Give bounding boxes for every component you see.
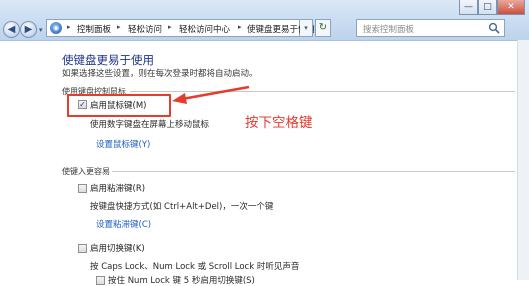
arrow-left-icon: ◀ bbox=[7, 24, 16, 35]
arrow-right-icon: ▶ bbox=[24, 24, 33, 35]
maximize-button[interactable]: □ bbox=[478, 0, 497, 15]
sticky-keys-description: 按键盘快捷方式(如 Ctrl+Alt+Del)，一次一个键 bbox=[90, 202, 274, 212]
search-icon[interactable] bbox=[488, 22, 500, 34]
back-button[interactable]: ◀ bbox=[3, 21, 20, 38]
toggle-keys-shortcut-checkbox[interactable] bbox=[96, 276, 105, 285]
minimize-button[interactable]: — bbox=[459, 0, 478, 15]
breadcrumb-separator[interactable]: ▸ bbox=[67, 23, 71, 31]
sticky-keys-checkbox[interactable] bbox=[78, 184, 87, 193]
control-panel-icon: ◉ bbox=[50, 22, 62, 34]
page-title: 使键盘更易于使用 bbox=[62, 53, 154, 67]
section-divider bbox=[112, 171, 515, 172]
breadcrumb-separator[interactable]: ▸ bbox=[238, 23, 242, 31]
address-dropdown-button[interactable]: ▾ bbox=[300, 19, 313, 37]
refresh-button[interactable]: ↻ bbox=[315, 19, 331, 37]
breadcrumb-control-panel[interactable]: 控制面板 bbox=[77, 23, 111, 35]
chevron-down-icon: ▾ bbox=[304, 24, 308, 32]
toggle-keys-description: 按 Caps Lock、Num Lock 或 Scroll Lock 时听见声音 bbox=[90, 262, 300, 272]
sticky-keys-label[interactable]: 启用粘滞键(R) bbox=[90, 182, 145, 194]
checkmark-icon: ✓ bbox=[79, 100, 86, 109]
setup-sticky-keys-link[interactable]: 设置粘滞键(C) bbox=[96, 218, 151, 230]
search-box[interactable]: 搜索控制面板 bbox=[356, 19, 505, 37]
mouse-keys-description: 使用数字键盘在屏幕上移动鼠标 bbox=[90, 120, 210, 130]
breadcrumb-separator[interactable]: ▸ bbox=[117, 23, 121, 31]
toggle-keys-label[interactable]: 启用切换键(K) bbox=[90, 242, 145, 254]
mouse-keys-checkbox[interactable]: ✓ bbox=[78, 100, 87, 109]
annotation-text: 按下空格键 bbox=[245, 115, 313, 131]
vertical-scrollbar[interactable] bbox=[517, 40, 529, 280]
red-arrow-annotation bbox=[172, 85, 250, 104]
mouse-keys-label[interactable]: 启用鼠标键(M) bbox=[90, 99, 146, 111]
toggle-keys-shortcut-label[interactable]: 按住 Num Lock 键 5 秒启用切换键(S) bbox=[108, 274, 255, 286]
address-bar[interactable]: ◉ ▸ 控制面板 ▸ 轻松访问 ▸ 轻松访问中心 ▸ 使键盘更易于使用 bbox=[46, 19, 315, 37]
page-subtitle: 如果选择这些设置，则在每次登录时都将自动启动。 bbox=[62, 69, 258, 79]
setup-mouse-keys-link[interactable]: 设置鼠标键(Y) bbox=[96, 138, 150, 150]
breadcrumb-separator[interactable]: ▸ bbox=[168, 23, 172, 31]
breadcrumb-ease-of-access[interactable]: 轻松访问 bbox=[128, 23, 162, 35]
close-button[interactable]: ✕ bbox=[497, 0, 525, 15]
breadcrumb-ease-of-access-center[interactable]: 轻松访问中心 bbox=[179, 23, 230, 35]
window-controls: — □ ✕ bbox=[459, 0, 525, 16]
search-input[interactable]: 搜索控制面板 bbox=[363, 23, 414, 35]
forward-button[interactable]: ▶ bbox=[20, 21, 37, 38]
toggle-keys-checkbox[interactable] bbox=[78, 244, 87, 253]
section-heading-typing: 使键入更容易 bbox=[62, 167, 110, 176]
recent-pages-dropdown[interactable]: ▾ bbox=[39, 26, 43, 34]
refresh-icon: ↻ bbox=[318, 22, 328, 33]
